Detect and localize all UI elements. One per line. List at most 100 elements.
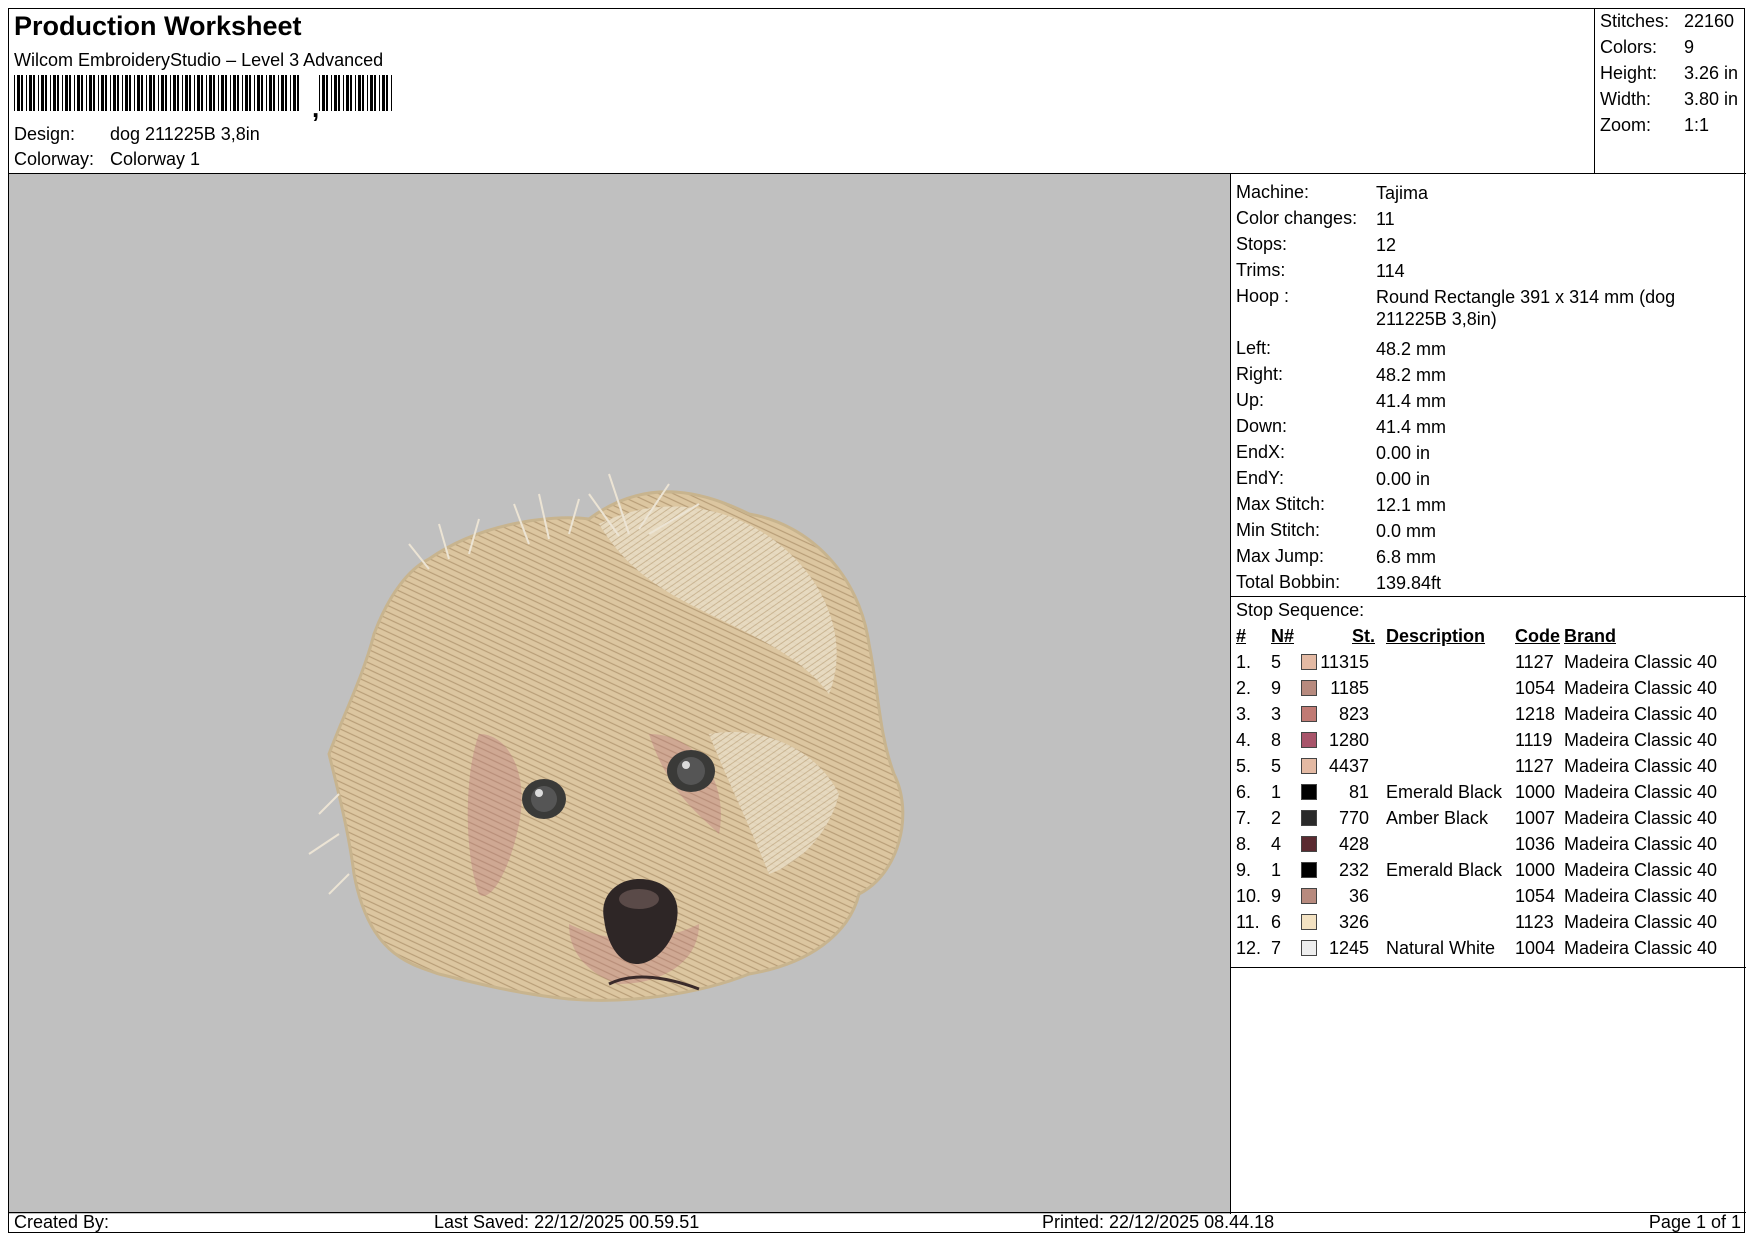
row-brand: Madeira Classic 40 <box>1564 756 1718 776</box>
barcode-bar <box>81 75 83 111</box>
info-label: Color changes: <box>1236 208 1358 228</box>
barcode-bar <box>355 75 356 111</box>
color-swatch <box>1301 836 1317 852</box>
row-code: 1123 <box>1515 912 1554 932</box>
stat-zoom: Zoom: 1:1 <box>1600 115 1709 136</box>
row-brand: Madeira Classic 40 <box>1564 860 1718 880</box>
stat-label: Colors: <box>1600 37 1658 57</box>
barcode-bar <box>173 75 176 111</box>
worksheet-header: Production Worksheet Wilcom EmbroiderySt… <box>9 9 1746 174</box>
row-brand: Madeira Classic 40 <box>1564 912 1718 932</box>
info-label: Hoop : <box>1236 286 1290 306</box>
barcode-bar <box>21 75 23 111</box>
barcode-bar <box>33 75 35 111</box>
col-num: # <box>1236 626 1247 646</box>
row-stitches: 1185 <box>1330 678 1369 698</box>
barcode-bar <box>38 75 39 111</box>
info-value: 0.0 mm <box>1376 521 1437 541</box>
row-code: 1054 <box>1515 678 1556 698</box>
machine-info-panel: Machine: Tajima Color changes: 11 Stops: 12… <box>1231 174 1746 1214</box>
barcode-bar <box>182 75 183 111</box>
embroidery-dog-image <box>308 473 905 1002</box>
stop-sequence-row: 6. 1 81 Emerald Black 1000 Madeira Classic 40 <box>1231 782 1746 808</box>
barcode-bar <box>185 75 188 111</box>
barcode-bar <box>26 75 27 111</box>
barcode-bar <box>297 75 299 111</box>
stop-sequence-row: 7. 2 770 Amber Black 1007 Madeira Classic 40 <box>1231 808 1746 834</box>
row-num: 12. <box>1236 938 1262 958</box>
stat-width: Width: 3.80 in <box>1600 89 1738 110</box>
row-stitches: 770 <box>1338 808 1369 828</box>
panel-divider <box>1231 967 1746 968</box>
barcode-bar <box>230 75 231 111</box>
barcode-bar <box>237 75 239 111</box>
info-value: 139.84ft <box>1376 573 1442 593</box>
row-code: 1054 <box>1515 886 1556 906</box>
row-code: 1036 <box>1515 834 1556 854</box>
page-number: Page 1 of 1 <box>1648 1212 1741 1232</box>
barcode-bar <box>218 75 219 111</box>
stop-sequence-header: # N# St. Description Code Brand <box>1231 626 1746 652</box>
info-label: Left: <box>1236 338 1272 358</box>
barcode-bar <box>254 75 255 111</box>
barcode-image: , <box>14 75 392 121</box>
barcode-bar <box>129 75 131 111</box>
row-stitches: 1280 <box>1328 730 1369 750</box>
info-value: Tajima <box>1376 183 1429 203</box>
barcode-bar <box>170 75 171 111</box>
barcode-bar <box>370 75 373 111</box>
info-label: Machine: <box>1236 182 1310 202</box>
barcode-bar <box>110 75 111 111</box>
row-brand: Madeira Classic 40 <box>1564 730 1718 750</box>
stop-sequence-row: 10. 9 36 1054 Madeira Classic 40 <box>1231 886 1746 912</box>
row-needle: 5 <box>1271 756 1282 776</box>
barcode-bar <box>45 75 47 111</box>
row-num: 3. <box>1236 704 1252 724</box>
design-value: dog 211225B 3,8in <box>110 124 260 144</box>
barcode-bar <box>206 75 207 111</box>
design-preview-canvas[interactable] <box>9 174 1231 1214</box>
row-brand: Madeira Classic 40 <box>1564 652 1718 672</box>
design-label: Design: <box>14 124 76 144</box>
row-num: 7. <box>1236 808 1252 828</box>
row-code: 1000 <box>1515 860 1556 880</box>
barcode-bar <box>161 75 164 111</box>
color-swatch <box>1301 888 1317 904</box>
barcode-bar <box>273 75 275 111</box>
barcode-separator: , <box>312 93 319 121</box>
barcode-bar <box>105 75 107 111</box>
row-needle: 9 <box>1271 678 1282 698</box>
info-value: 0.00 in <box>1376 469 1431 489</box>
color-swatch <box>1301 654 1317 670</box>
info-value: 41.4 mm <box>1376 417 1447 437</box>
barcode-bar <box>101 75 104 111</box>
stop-sequence-row: 1. 5 11315 1127 Madeira Classic 40 <box>1231 652 1746 678</box>
barcode-bar <box>285 75 287 111</box>
row-stitches: 81 <box>1348 782 1369 802</box>
barcode-bar <box>382 75 385 111</box>
info-label: Right: <box>1236 364 1284 384</box>
color-swatch <box>1301 862 1317 878</box>
row-code: 1127 <box>1515 756 1554 776</box>
barcode-bar <box>326 75 328 111</box>
row-needle: 5 <box>1271 652 1282 672</box>
stop-sequence-row: 5. 5 4437 1127 Madeira Classic 40 <box>1231 756 1746 782</box>
stop-sequence-label: Stop Sequence: <box>1236 600 1365 620</box>
row-stitches: 326 <box>1338 912 1369 932</box>
info-value: 114 <box>1376 261 1405 281</box>
stat-colors: Colors: 9 <box>1600 37 1694 58</box>
barcode-bar <box>149 75 152 111</box>
row-code: 1127 <box>1515 652 1554 672</box>
design-row: Design: dog 211225B 3,8in <box>14 124 260 145</box>
row-description: Emerald Black <box>1386 860 1503 880</box>
stat-label: Zoom: <box>1600 115 1652 135</box>
barcode-bar <box>41 75 44 111</box>
info-value: 0.00 in <box>1376 443 1431 463</box>
barcode-bar <box>177 75 179 111</box>
design-stats: Stitches: 22160 Colors: 9 Height: 3.26 in W… <box>1594 9 1746 174</box>
row-code: 1218 <box>1515 704 1556 724</box>
stop-sequence-row: 12. 7 1245 Natural White 1004 Madeira Classic… <box>1231 938 1746 964</box>
row-needle: 3 <box>1271 704 1282 724</box>
row-stitches: 232 <box>1338 860 1369 880</box>
row-brand: Madeira Classic 40 <box>1564 808 1718 828</box>
